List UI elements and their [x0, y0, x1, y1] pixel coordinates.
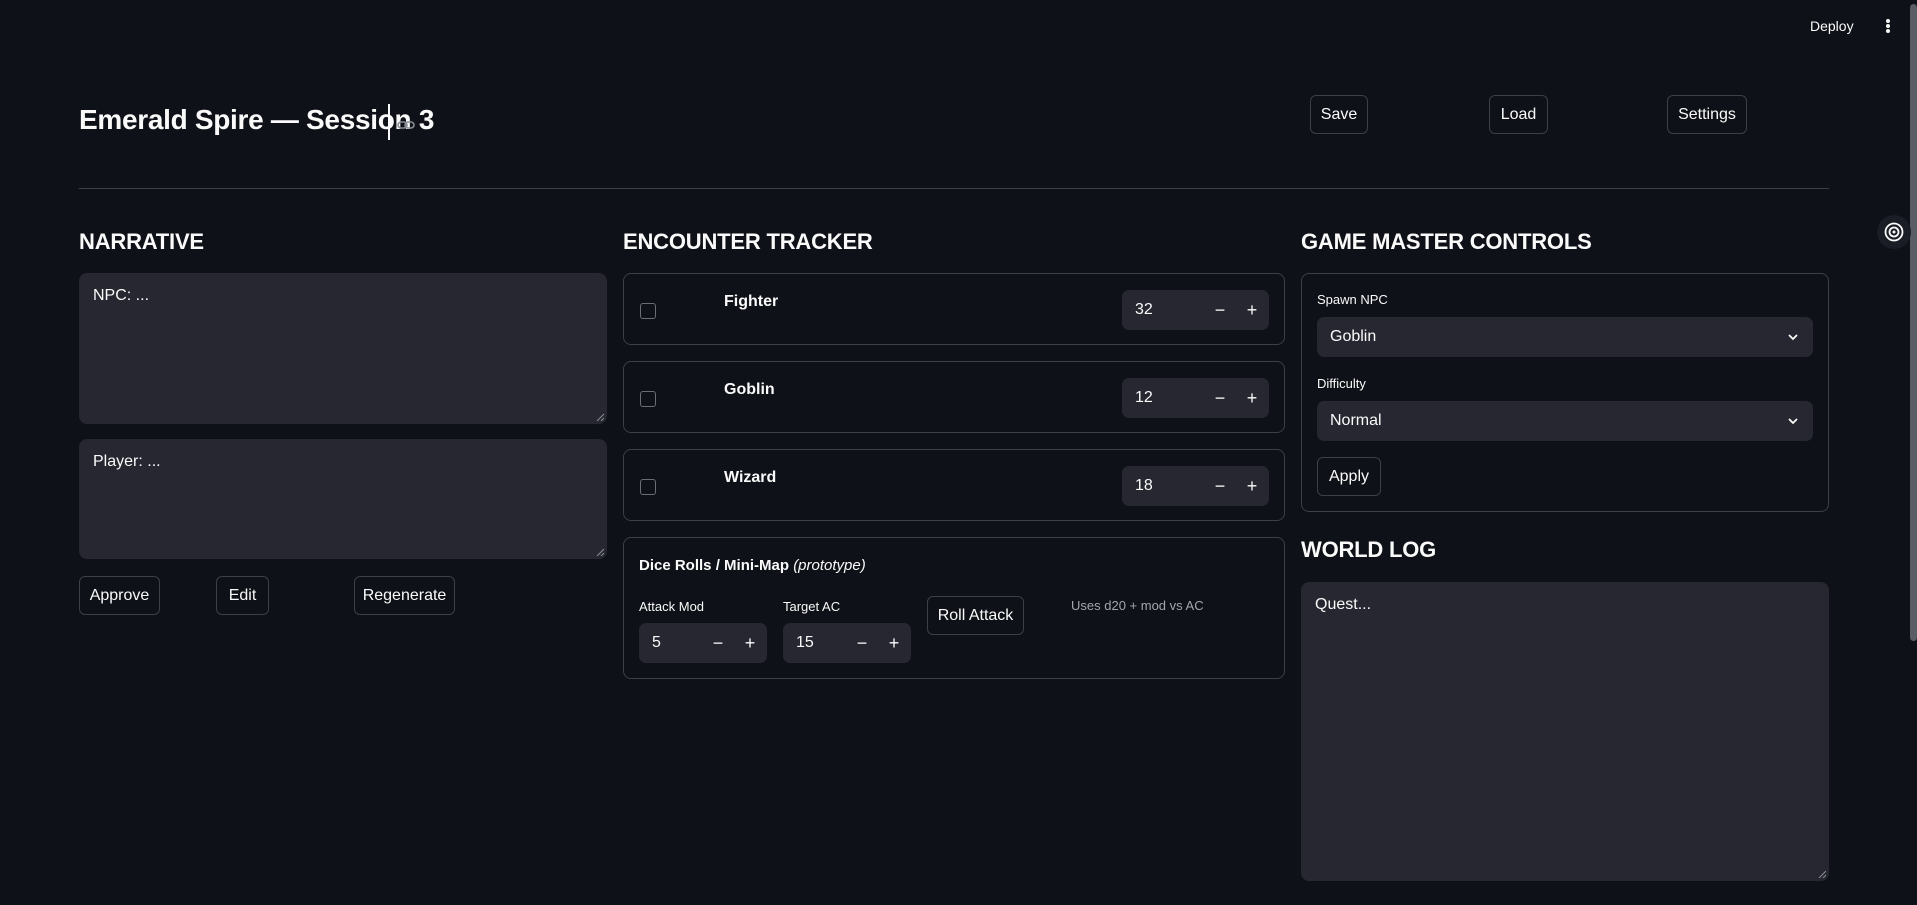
resize-handle-icon[interactable] — [596, 548, 604, 556]
edit-button[interactable]: Edit — [216, 576, 269, 615]
spawn-npc-label: Spawn NPC — [1317, 292, 1388, 307]
hp-value: 32 — [1135, 301, 1153, 318]
attack-mod-label: Attack Mod — [639, 599, 705, 614]
attack-mod-input[interactable]: 5 − + — [639, 623, 767, 663]
text-cursor — [388, 104, 390, 140]
decrement-icon[interactable]: − — [706, 631, 730, 655]
world-log-heading: WORLD LOG — [1301, 537, 1437, 562]
world-log-text: Quest... — [1315, 596, 1372, 613]
attack-mod-value: 5 — [652, 634, 661, 651]
settings-button[interactable]: Settings — [1667, 95, 1747, 134]
difficulty-value: Normal — [1330, 412, 1382, 429]
decrement-icon[interactable]: − — [1208, 474, 1232, 498]
increment-icon[interactable]: + — [882, 631, 906, 655]
deploy-button[interactable]: Deploy — [1810, 18, 1854, 34]
increment-icon[interactable]: + — [1240, 474, 1264, 498]
target-ac-input[interactable]: 15 − + — [783, 623, 911, 663]
regenerate-button[interactable]: Regenerate — [354, 576, 455, 615]
chevron-down-icon — [1788, 418, 1798, 425]
hp-input[interactable]: 18 − + — [1122, 466, 1269, 506]
hp-input[interactable]: 12 − + — [1122, 378, 1269, 418]
combatant-checkbox[interactable] — [640, 303, 656, 319]
gm-controls-panel: Spawn NPC Goblin Difficulty Normal Apply — [1301, 273, 1829, 512]
combatant-name: Fighter — [724, 293, 779, 310]
resize-handle-icon[interactable] — [596, 413, 604, 421]
target-ac-value: 15 — [796, 634, 814, 651]
combatant-row-wizard: Wizard 18 − + — [623, 449, 1285, 521]
gm-controls-heading: GAME MASTER CONTROLS — [1301, 229, 1592, 254]
combatant-row-fighter: Fighter 32 − + — [623, 273, 1285, 345]
encounter-heading: ENCOUNTER TRACKER — [623, 229, 873, 254]
chevron-down-icon — [1788, 334, 1798, 341]
page-title: Emerald Spire — Session 3 — [79, 104, 435, 135]
npc-textarea[interactable]: NPC: ... — [79, 273, 607, 424]
apply-button[interactable]: Apply — [1317, 457, 1381, 496]
difficulty-label: Difficulty — [1317, 376, 1366, 391]
difficulty-select[interactable]: Normal — [1317, 401, 1813, 441]
save-button[interactable]: Save — [1310, 95, 1368, 134]
target-icon[interactable] — [1877, 215, 1911, 249]
hp-value: 18 — [1135, 477, 1153, 494]
divider — [79, 188, 1829, 189]
decrement-icon[interactable]: − — [1208, 386, 1232, 410]
combatant-row-goblin: Goblin 12 − + — [623, 361, 1285, 433]
link-icon[interactable] — [397, 116, 415, 139]
increment-icon[interactable]: + — [738, 631, 762, 655]
dice-hint: Uses d20 + mod vs AC — [1071, 598, 1204, 613]
hp-value: 12 — [1135, 389, 1153, 406]
combatant-name: Goblin — [724, 381, 775, 398]
decrement-icon[interactable]: − — [1208, 298, 1232, 322]
spawn-npc-select[interactable]: Goblin — [1317, 317, 1813, 357]
npc-text: NPC: ... — [93, 287, 150, 304]
hp-input[interactable]: 32 − + — [1122, 290, 1269, 330]
combatant-checkbox[interactable] — [640, 391, 656, 407]
increment-icon[interactable]: + — [1240, 298, 1264, 322]
spawn-npc-value: Goblin — [1330, 328, 1377, 345]
target-ac-label: Target AC — [783, 599, 841, 614]
world-log-textarea[interactable]: Quest... — [1301, 582, 1829, 881]
dice-rolls-panel: Dice Rolls / Mini-Map (prototype) Attack… — [623, 537, 1285, 679]
combatant-checkbox[interactable] — [640, 479, 656, 495]
roll-attack-button[interactable]: Roll Attack — [927, 596, 1024, 635]
player-text: Player: ... — [93, 453, 161, 470]
combatant-name: Wizard — [724, 469, 777, 486]
scrollbar-thumb[interactable] — [1910, 4, 1917, 641]
approve-button[interactable]: Approve — [79, 576, 160, 615]
dice-panel-title: Dice Rolls / Mini-Map (prototype) — [639, 557, 866, 574]
resize-handle-icon[interactable] — [1818, 870, 1826, 878]
narrative-heading: NARRATIVE — [79, 229, 204, 254]
load-button[interactable]: Load — [1489, 95, 1548, 134]
kebab-menu-icon[interactable] — [1880, 16, 1896, 36]
decrement-icon[interactable]: − — [850, 631, 874, 655]
increment-icon[interactable]: + — [1240, 386, 1264, 410]
player-textarea[interactable]: Player: ... — [79, 439, 607, 559]
